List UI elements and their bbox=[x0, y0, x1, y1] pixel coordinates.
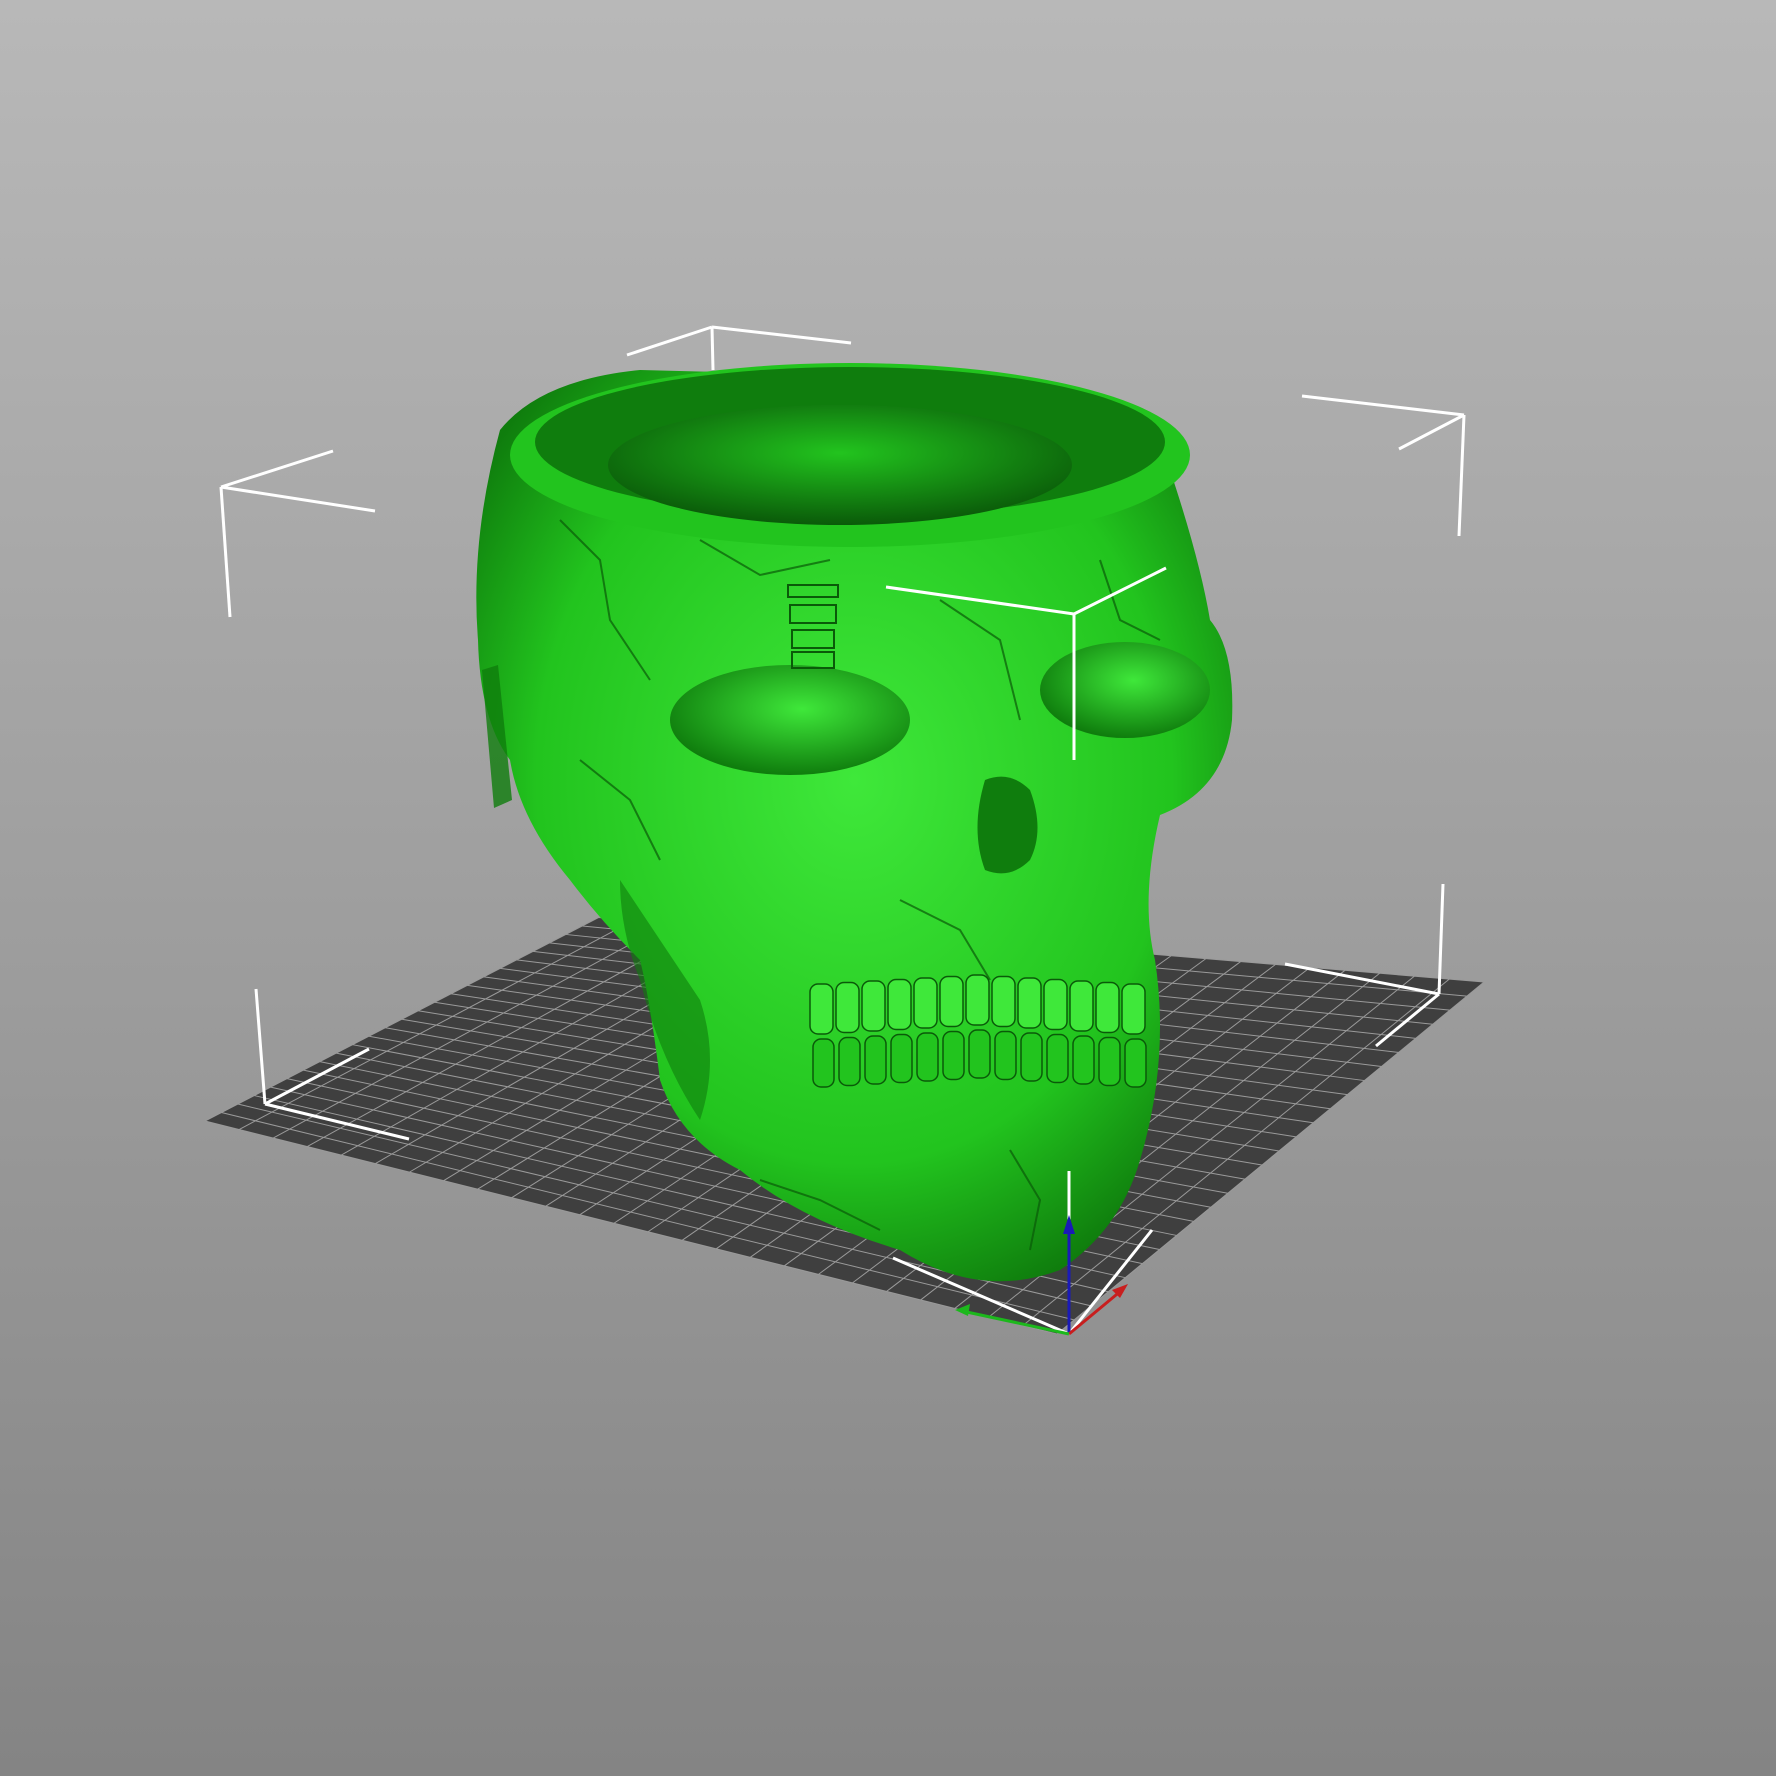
bbox-edge bbox=[1437, 883, 1445, 995]
left-eye-socket bbox=[670, 665, 910, 775]
upper-tooth bbox=[991, 975, 1016, 1028]
upper-tooth bbox=[1095, 981, 1120, 1034]
bbox-edge bbox=[710, 326, 715, 371]
upper-tooth bbox=[1017, 977, 1042, 1029]
lower-tooth bbox=[1020, 1032, 1043, 1082]
lower-tooth bbox=[994, 1030, 1017, 1081]
right-eye-socket bbox=[1040, 642, 1210, 738]
bbox-edge bbox=[219, 486, 232, 618]
bbox-edge bbox=[1457, 414, 1466, 537]
bbox-edge bbox=[711, 325, 852, 345]
bbox-edge bbox=[220, 449, 334, 489]
lower-tooth bbox=[1046, 1033, 1069, 1084]
lower-tooth bbox=[916, 1032, 939, 1082]
upper-tooth bbox=[939, 975, 964, 1028]
bowl-cavity bbox=[608, 405, 1072, 525]
upper-tooth bbox=[809, 983, 834, 1035]
upper-tooth bbox=[1043, 978, 1068, 1031]
lower-tooth bbox=[812, 1038, 835, 1088]
scene-canvas[interactable] bbox=[0, 0, 1776, 1776]
lower-tooth bbox=[1124, 1038, 1147, 1088]
lower-tooth bbox=[968, 1029, 991, 1079]
lower-tooth bbox=[1072, 1035, 1095, 1085]
bbox-edge bbox=[254, 988, 267, 1105]
lower-tooth bbox=[864, 1035, 887, 1085]
upper-tooth bbox=[887, 978, 912, 1031]
bbox-edge bbox=[1398, 413, 1465, 451]
upper-tooth bbox=[913, 977, 938, 1029]
upper-tooth bbox=[1069, 980, 1094, 1032]
lower-tooth bbox=[942, 1030, 965, 1081]
upper-tooth bbox=[1121, 983, 1146, 1035]
upper-tooth bbox=[965, 974, 990, 1026]
bbox-edge bbox=[1301, 394, 1465, 417]
upper-tooth bbox=[835, 981, 860, 1034]
upper-tooth bbox=[861, 980, 886, 1032]
3d-viewport[interactable] bbox=[0, 0, 1776, 1776]
lower-tooth bbox=[890, 1033, 913, 1084]
lower-tooth bbox=[1098, 1036, 1121, 1087]
bbox-edge bbox=[220, 485, 376, 513]
nasal-cavity bbox=[977, 776, 1038, 874]
bbox-edge bbox=[626, 325, 713, 357]
lower-tooth bbox=[838, 1036, 861, 1087]
